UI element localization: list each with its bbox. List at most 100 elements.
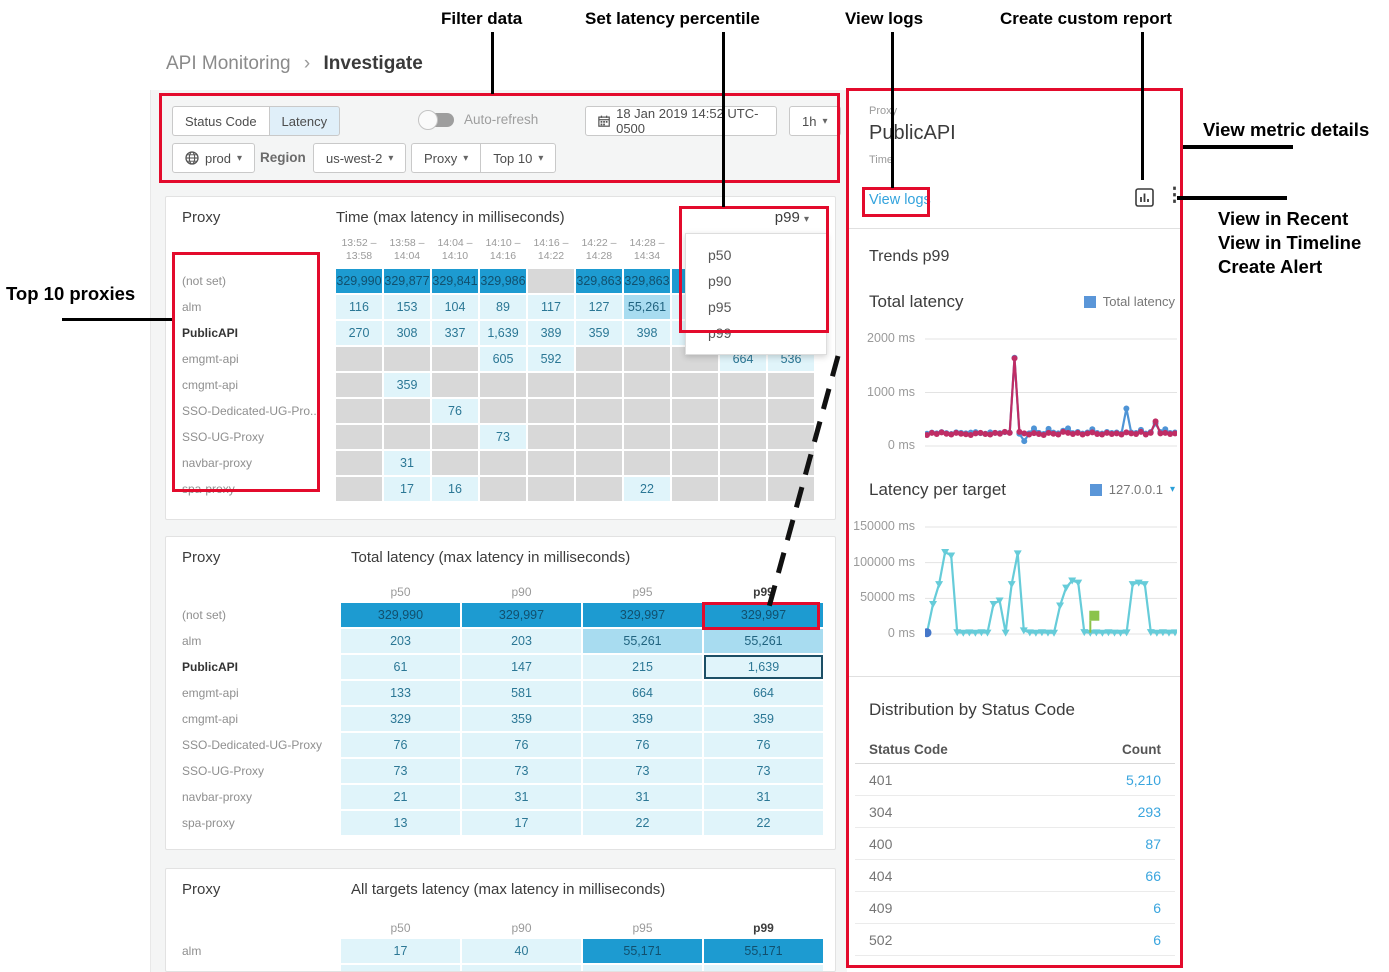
bar-chart-icon[interactable] bbox=[1135, 188, 1154, 207]
heatmap-cell[interactable] bbox=[672, 451, 718, 475]
heatmap-cell[interactable]: 133 bbox=[341, 681, 460, 705]
heatmap-cell[interactable]: 31 bbox=[384, 451, 430, 475]
heatmap-cell[interactable] bbox=[480, 399, 526, 423]
heatmap-cell[interactable] bbox=[480, 477, 526, 501]
heatmap-cell[interactable]: 592 bbox=[528, 347, 574, 371]
heatmap-cell[interactable]: 270 bbox=[336, 321, 382, 345]
status-count-link[interactable]: 6 bbox=[1153, 900, 1161, 916]
heatmap-cell[interactable]: 359 bbox=[583, 707, 702, 731]
heatmap-cell[interactable]: 55,261 bbox=[704, 629, 823, 653]
heatmap-cell[interactable]: 389 bbox=[528, 321, 574, 345]
heatmap-cell[interactable]: 61 bbox=[341, 655, 460, 679]
heatmap-cell[interactable] bbox=[336, 373, 382, 397]
heatmap-cell[interactable]: 1,639 bbox=[704, 655, 823, 679]
heatmap-cell[interactable]: 153 bbox=[384, 295, 430, 319]
time-range-dropdown[interactable]: 1h ▾ bbox=[789, 106, 841, 136]
auto-refresh-toggle[interactable] bbox=[420, 113, 454, 127]
heatmap-cell[interactable] bbox=[462, 965, 581, 972]
heatmap-cell[interactable]: 73 bbox=[583, 759, 702, 783]
heatmap-cell[interactable]: 329,990 bbox=[341, 603, 460, 627]
heatmap-cell[interactable]: 21 bbox=[341, 785, 460, 809]
heatmap-cell[interactable] bbox=[480, 373, 526, 397]
heatmap-cell[interactable]: 359 bbox=[576, 321, 622, 345]
heatmap-cell[interactable] bbox=[432, 451, 478, 475]
heatmap-cell[interactable]: 55,261 bbox=[624, 295, 670, 319]
heatmap-cell[interactable]: 329,863 bbox=[624, 269, 670, 293]
heatmap-cell[interactable]: 398 bbox=[624, 321, 670, 345]
date-picker-button[interactable]: 18 Jan 2019 14:52 UTC-0500 bbox=[585, 106, 777, 136]
status-count-link[interactable]: 66 bbox=[1145, 868, 1161, 884]
heatmap-cell[interactable] bbox=[432, 347, 478, 371]
tab-status-code[interactable]: Status Code bbox=[172, 106, 269, 136]
heatmap-cell[interactable] bbox=[576, 399, 622, 423]
percentile-menu-item[interactable]: p95 bbox=[686, 294, 826, 320]
status-count-link[interactable]: 5,210 bbox=[1126, 772, 1161, 788]
region-dropdown[interactable]: us-west-2 ▾ bbox=[313, 143, 406, 173]
environment-dropdown[interactable]: prod ▾ bbox=[172, 143, 255, 173]
heatmap-cell[interactable] bbox=[576, 425, 622, 449]
heatmap-cell[interactable] bbox=[672, 425, 718, 449]
heatmap-cell[interactable]: 329,877 bbox=[384, 269, 430, 293]
heatmap-cell[interactable] bbox=[672, 477, 718, 501]
heatmap-cell[interactable] bbox=[528, 269, 574, 293]
heatmap-cell[interactable] bbox=[768, 373, 814, 397]
heatmap-cell[interactable]: 31 bbox=[704, 785, 823, 809]
heatmap-cell[interactable]: 581 bbox=[462, 681, 581, 705]
heatmap-cell[interactable] bbox=[528, 477, 574, 501]
heatmap-cell[interactable] bbox=[624, 451, 670, 475]
heatmap-cell[interactable]: 329,997 bbox=[704, 603, 823, 627]
status-count-link[interactable]: 6 bbox=[1153, 932, 1161, 948]
heatmap-cell[interactable]: 1,639 bbox=[480, 321, 526, 345]
heatmap-cell[interactable]: 215 bbox=[583, 655, 702, 679]
heatmap-cell[interactable]: 127 bbox=[576, 295, 622, 319]
top10-dropdown[interactable]: Top 10 ▾ bbox=[480, 143, 556, 173]
heatmap-cell[interactable]: 73 bbox=[480, 425, 526, 449]
heatmap-cell[interactable] bbox=[704, 965, 823, 972]
heatmap-cell[interactable]: 203 bbox=[341, 629, 460, 653]
heatmap-cell[interactable] bbox=[576, 477, 622, 501]
chevron-down-icon[interactable]: ▾ bbox=[1170, 484, 1175, 495]
heatmap-cell[interactable] bbox=[720, 425, 766, 449]
heatmap-cell[interactable] bbox=[528, 451, 574, 475]
heatmap-cell[interactable]: 22 bbox=[624, 477, 670, 501]
tab-latency[interactable]: Latency bbox=[269, 106, 341, 136]
heatmap-cell[interactable] bbox=[336, 399, 382, 423]
heatmap-cell[interactable] bbox=[336, 347, 382, 371]
percentile-menu-item[interactable]: p90 bbox=[686, 268, 826, 294]
heatmap-cell[interactable]: 147 bbox=[462, 655, 581, 679]
heatmap-cell[interactable]: 337 bbox=[432, 321, 478, 345]
heatmap-cell[interactable]: 329,997 bbox=[583, 603, 702, 627]
heatmap-cell[interactable] bbox=[576, 451, 622, 475]
heatmap-cell[interactable]: 55,171 bbox=[704, 939, 823, 963]
heatmap-cell[interactable]: 76 bbox=[583, 733, 702, 757]
heatmap-cell[interactable] bbox=[583, 965, 702, 972]
heatmap-cell[interactable] bbox=[672, 373, 718, 397]
heatmap-cell[interactable]: 329,990 bbox=[336, 269, 382, 293]
heatmap-cell[interactable] bbox=[624, 373, 670, 397]
heatmap-cell[interactable]: 76 bbox=[432, 399, 478, 423]
heatmap-cell[interactable]: 31 bbox=[462, 785, 581, 809]
status-count-link[interactable]: 293 bbox=[1138, 804, 1161, 820]
heatmap-cell[interactable] bbox=[624, 399, 670, 423]
heatmap-cell[interactable] bbox=[432, 373, 478, 397]
heatmap-cell[interactable] bbox=[720, 451, 766, 475]
heatmap-cell[interactable]: 308 bbox=[384, 321, 430, 345]
heatmap-cell[interactable]: 55,171 bbox=[583, 939, 702, 963]
heatmap-cell[interactable] bbox=[576, 347, 622, 371]
heatmap-cell[interactable]: 329,997 bbox=[462, 603, 581, 627]
heatmap-cell[interactable] bbox=[720, 477, 766, 501]
heatmap-cell[interactable]: 89 bbox=[480, 295, 526, 319]
heatmap-cell[interactable] bbox=[336, 425, 382, 449]
heatmap-cell[interactable] bbox=[768, 399, 814, 423]
heatmap-cell[interactable] bbox=[624, 425, 670, 449]
heatmap-cell[interactable]: 203 bbox=[462, 629, 581, 653]
heatmap-cell[interactable] bbox=[341, 965, 460, 972]
breadcrumb-parent[interactable]: API Monitoring bbox=[166, 53, 291, 74]
heatmap-cell[interactable]: 664 bbox=[583, 681, 702, 705]
view-logs-link[interactable]: View logs bbox=[869, 192, 931, 208]
heatmap-cell[interactable]: 76 bbox=[462, 733, 581, 757]
heatmap-cell[interactable] bbox=[768, 477, 814, 501]
heatmap-cell[interactable]: 22 bbox=[583, 811, 702, 835]
heatmap-cell[interactable]: 31 bbox=[583, 785, 702, 809]
heatmap-cell[interactable]: 664 bbox=[704, 681, 823, 705]
